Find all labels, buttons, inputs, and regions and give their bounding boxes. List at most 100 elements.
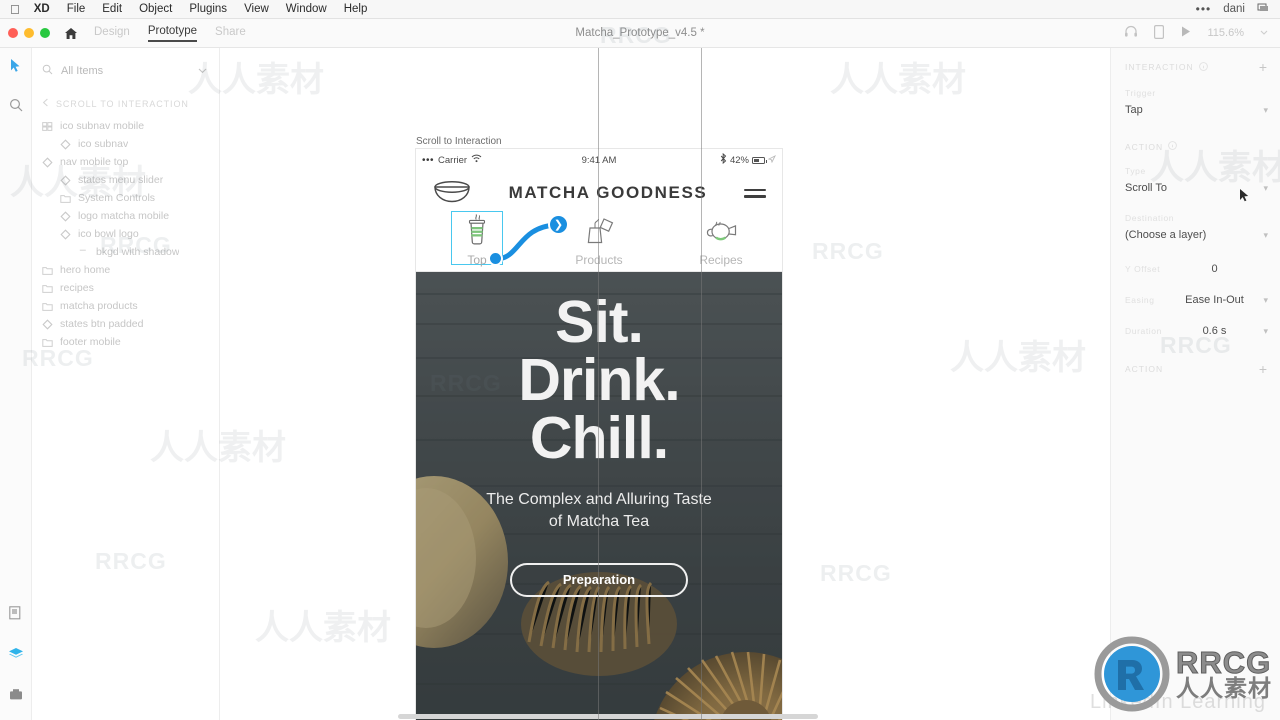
easing-label: Easing	[1125, 295, 1155, 305]
minimize-window-button[interactable]	[24, 28, 34, 38]
menu-item-plugins[interactable]: Plugins	[189, 3, 227, 15]
components-library-icon[interactable]	[9, 606, 22, 625]
zoom-level-label[interactable]: 115.6%	[1208, 27, 1245, 39]
select-tool-icon[interactable]	[9, 58, 22, 78]
clock-label: 9:41 AM	[581, 154, 617, 166]
chevron-down-icon[interactable]	[198, 65, 207, 77]
easing-row[interactable]: Easing Ease In-Out ▾	[1125, 291, 1268, 309]
component-icon	[42, 121, 53, 132]
subnav-item-label: Recipes	[699, 253, 743, 267]
subnav-item-recipes[interactable]: Recipes	[660, 215, 782, 271]
list-item-label: hero home	[60, 264, 111, 276]
rrcg-logo-mark	[1094, 636, 1170, 712]
menu-item-object[interactable]: Object	[139, 3, 172, 15]
y-offset-value[interactable]: 0	[1171, 263, 1258, 275]
chevron-down-icon[interactable]	[1260, 27, 1268, 39]
menu-item-view[interactable]: View	[244, 3, 269, 15]
user-name-label[interactable]: dani	[1223, 3, 1245, 15]
subnav-item-label: Top	[467, 253, 487, 267]
shape-icon	[78, 247, 89, 258]
control-center-icon[interactable]: •••	[1196, 2, 1212, 16]
menu-item-edit[interactable]: Edit	[102, 3, 122, 15]
list-item[interactable]: ico subnav mobile	[32, 117, 219, 135]
group-icon	[42, 301, 53, 312]
symbol-icon	[60, 138, 71, 150]
list-item[interactable]: hero home	[32, 261, 219, 279]
list-item[interactable]: bkgd with shadow	[32, 243, 219, 261]
list-item[interactable]: ico subnav	[32, 135, 219, 153]
y-offset-row[interactable]: Y Offset 0	[1125, 260, 1268, 278]
list-item[interactable]: states menu slider	[32, 171, 219, 189]
list-item-label: matcha products	[60, 300, 138, 312]
preparation-button[interactable]: Preparation	[510, 562, 688, 597]
layers-filter-label[interactable]: All Items	[61, 65, 103, 77]
artboard-name-label[interactable]: Scroll to Interaction	[416, 136, 502, 147]
device-preview-icon[interactable]	[1153, 24, 1164, 42]
tab-share[interactable]: Share	[215, 26, 246, 41]
chevron-left-icon[interactable]	[42, 98, 49, 109]
action-type-value: Scroll To	[1125, 182, 1167, 194]
menu-item-help[interactable]: Help	[344, 3, 368, 15]
list-item[interactable]: nav mobile top	[32, 153, 219, 171]
subnav-item-top[interactable]: Top	[416, 211, 538, 271]
canvas-guide-line[interactable]	[598, 48, 599, 720]
hero-headline-line-2: Drink.	[518, 346, 680, 413]
chevron-down-icon[interactable]: ▾	[1263, 183, 1268, 194]
group-icon	[42, 265, 53, 276]
play-icon[interactable]	[1180, 25, 1192, 41]
canvas-guide-line[interactable]	[701, 48, 702, 720]
tab-prototype[interactable]: Prototype	[147, 25, 198, 42]
matcha-bowl-logo-icon[interactable]	[432, 178, 472, 209]
list-item-label: footer mobile	[60, 336, 121, 348]
chevron-down-icon[interactable]: ▾	[1263, 105, 1268, 116]
chevron-down-icon[interactable]: ▾	[1258, 326, 1268, 337]
duration-row[interactable]: Duration 0.6 s ▾	[1125, 322, 1268, 340]
hamburger-menu-icon[interactable]	[744, 188, 766, 198]
layers-panel-icon[interactable]	[8, 647, 24, 666]
zoom-tool-icon[interactable]	[9, 98, 23, 117]
interaction-section-label: INTERACTION	[1125, 62, 1194, 72]
interaction-arrow-icon[interactable]: ❯	[548, 214, 569, 235]
list-item[interactable]: System Controls	[32, 189, 219, 207]
menu-item-window[interactable]: Window	[286, 3, 327, 15]
design-canvas[interactable]: Scroll to Interaction ••• Carrier 9:41 A…	[220, 48, 1110, 720]
list-item[interactable]: states btn padded	[32, 315, 219, 333]
trigger-select[interactable]: Tap ▾	[1125, 101, 1268, 119]
window-controls[interactable]	[8, 28, 50, 38]
plugins-icon[interactable]	[9, 688, 23, 706]
artboard-scroll-to-interaction[interactable]: ••• Carrier 9:41 AM 42% MATCHA GOODNESS …	[416, 149, 782, 720]
list-item-label: states menu slider	[78, 174, 164, 186]
headphones-icon[interactable]	[1124, 25, 1138, 41]
rrcg-logo-watermark: RRCG 人人素材	[1092, 634, 1272, 714]
tab-design[interactable]: Design	[94, 26, 130, 41]
maximize-window-button[interactable]	[40, 28, 50, 38]
destination-select[interactable]: (Choose a layer) ▾	[1125, 226, 1268, 244]
apple-icon[interactable]: 	[10, 3, 20, 16]
list-item[interactable]: recipes	[32, 279, 219, 297]
breadcrumb[interactable]: SCROLL TO INTERACTION	[32, 82, 219, 117]
info-icon[interactable]	[1198, 61, 1208, 73]
chevron-down-icon[interactable]: ▾	[1258, 295, 1268, 306]
chevron-down-icon[interactable]: ▾	[1263, 230, 1268, 241]
menu-item-xd[interactable]: XD	[34, 3, 50, 15]
rrcg-wordmark: RRCG	[1176, 645, 1272, 681]
list-item[interactable]: logo matcha mobile	[32, 207, 219, 225]
add-interaction-button[interactable]: +	[1259, 60, 1268, 74]
tea-bag-icon	[583, 215, 615, 252]
layers-search-row[interactable]: All Items	[32, 60, 219, 82]
list-item-label: states btn padded	[60, 318, 144, 330]
interaction-handle-dot[interactable]	[488, 251, 503, 266]
add-action-button[interactable]: +	[1259, 362, 1268, 376]
list-item-label: nav mobile top	[60, 156, 129, 168]
account-icon[interactable]	[1257, 2, 1270, 16]
list-item[interactable]: ico bowl logo	[32, 225, 219, 243]
list-item[interactable]: footer mobile	[32, 333, 219, 351]
home-icon[interactable]	[62, 27, 80, 40]
interaction-section-header: INTERACTION +	[1125, 60, 1268, 74]
close-window-button[interactable]	[8, 28, 18, 38]
breadcrumb-label: SCROLL TO INTERACTION	[56, 98, 189, 109]
menu-item-file[interactable]: File	[67, 3, 86, 15]
list-item[interactable]: matcha products	[32, 297, 219, 315]
info-icon[interactable]	[1168, 141, 1177, 152]
easing-value: Ease In-Out	[1185, 294, 1244, 306]
